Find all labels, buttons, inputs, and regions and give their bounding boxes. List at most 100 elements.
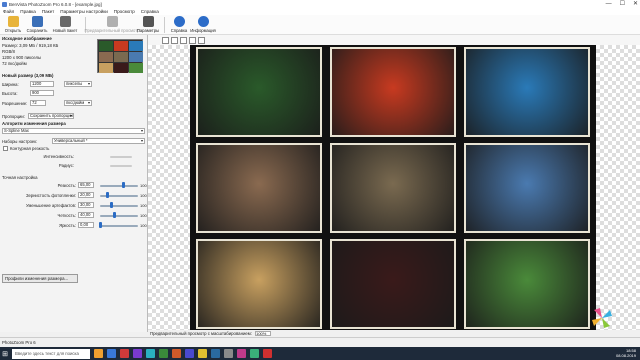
photo-tile-fruits bbox=[330, 47, 456, 137]
menu-edit[interactable]: Правка bbox=[20, 9, 36, 14]
thumbnail-tile bbox=[99, 41, 113, 51]
edge-sharpness-label: Контурная резкость bbox=[10, 146, 50, 151]
taskbar-app-icon[interactable] bbox=[94, 349, 103, 358]
taskbar-apps bbox=[90, 349, 272, 358]
thumbnail-tile bbox=[129, 63, 143, 73]
slider-max: 100 bbox=[140, 223, 147, 228]
new-size-header[interactable]: Новый размер (3,09 МБ) bbox=[2, 73, 53, 78]
taskbar-app-icon[interactable] bbox=[198, 349, 207, 358]
photo-tile-frog bbox=[464, 239, 590, 329]
single-view-icon[interactable] bbox=[162, 36, 169, 44]
photo-tile-feet bbox=[330, 239, 456, 329]
slider-track[interactable] bbox=[100, 185, 138, 187]
compare-view-icon[interactable] bbox=[180, 36, 187, 44]
taskbar-search-input[interactable]: Введите здесь текст для поиска bbox=[12, 348, 90, 359]
algorithm-select[interactable]: S-Spline Max bbox=[2, 128, 145, 134]
photo-tile-shell bbox=[464, 143, 590, 233]
toolbar-button-save[interactable]: Сохранить bbox=[26, 15, 48, 33]
preset-label: Наборы настроек: bbox=[2, 139, 38, 144]
preview-status: Предварительный просмотр с масштабирован… bbox=[148, 330, 640, 337]
slider-handle[interactable] bbox=[106, 192, 109, 198]
slider-value-input[interactable]: 20,00 bbox=[78, 192, 94, 198]
open-folder-icon bbox=[7, 16, 19, 27]
edge-sharpness-checkbox[interactable] bbox=[3, 146, 8, 151]
slider-handle[interactable] bbox=[113, 212, 116, 218]
menu-settings[interactable]: Параметры настройки bbox=[60, 9, 108, 14]
resolution-input[interactable]: 72 bbox=[30, 100, 46, 106]
windows-start-icon[interactable]: ⊞ bbox=[0, 347, 10, 360]
menu-bar: Файл Правка Пакет Параметры настройки Пр… bbox=[0, 8, 640, 15]
photo-tile-daisy bbox=[196, 47, 322, 137]
slider-value-input[interactable]: 30,00 bbox=[78, 202, 94, 208]
taskbar-app-icon[interactable] bbox=[120, 349, 129, 358]
slider-track[interactable] bbox=[100, 205, 138, 207]
taskbar-app-icon[interactable] bbox=[211, 349, 220, 358]
batch-icon bbox=[59, 16, 71, 27]
taskbar-app-icon[interactable] bbox=[224, 349, 233, 358]
close-icon[interactable]: ✕ bbox=[633, 0, 638, 8]
thumbnail-tile bbox=[99, 52, 113, 62]
height-input[interactable]: 900 bbox=[30, 90, 54, 96]
preview-canvas[interactable] bbox=[148, 45, 640, 330]
slider-handle[interactable] bbox=[122, 182, 125, 188]
taskbar-app-icon[interactable] bbox=[107, 349, 116, 358]
toolbar-button-batch[interactable]: Новый пакет bbox=[50, 15, 80, 33]
save-icon bbox=[31, 16, 43, 27]
zoom-select[interactable]: 100% bbox=[255, 331, 272, 337]
toolbar-button-help[interactable]: Справка bbox=[168, 15, 190, 33]
toolbar-label: Сохранить bbox=[26, 28, 48, 33]
resize-profiles-button[interactable]: Профили изменения размера... bbox=[2, 274, 78, 283]
zoom-label: Предварительный просмотр с масштабирован… bbox=[150, 331, 252, 336]
slider-track[interactable] bbox=[100, 225, 138, 227]
minimize-icon[interactable]: — bbox=[606, 0, 612, 8]
taskbar-app-icon[interactable] bbox=[146, 349, 155, 358]
height-label: Высота: bbox=[2, 91, 18, 96]
resolution-label: Разрешение: bbox=[2, 101, 28, 106]
taskbar-app-icon[interactable] bbox=[250, 349, 259, 358]
toolbar-button-tools[interactable]: Параметры bbox=[137, 15, 159, 33]
toolbar-button-open-folder[interactable]: Открыть bbox=[2, 15, 24, 33]
slider-max: 100 bbox=[140, 193, 147, 198]
algorithm-header[interactable]: Алгоритм изменения размера bbox=[2, 121, 66, 126]
help-icon bbox=[173, 16, 185, 27]
taskbar-app-icon[interactable] bbox=[237, 349, 246, 358]
taskbar-app-icon[interactable] bbox=[185, 349, 194, 358]
system-tray-clock[interactable]: 18:58 08.08.2019 bbox=[616, 347, 636, 360]
taskbar-app-icon[interactable] bbox=[172, 349, 181, 358]
resolution-unit-select[interactable]: пкс/дюйм bbox=[64, 100, 92, 106]
menu-file[interactable]: Файл bbox=[3, 9, 14, 14]
slider-handle[interactable] bbox=[110, 202, 113, 208]
slider-handle[interactable] bbox=[99, 222, 102, 228]
slider-value-input[interactable]: 65,00 bbox=[78, 182, 94, 188]
slider-label: Яркость: bbox=[59, 223, 76, 228]
width-unit-select[interactable]: пикселы bbox=[64, 81, 92, 87]
taskbar-app-icon[interactable] bbox=[159, 349, 168, 358]
preview-icon bbox=[106, 16, 118, 27]
slider-value-input[interactable]: 40,00 bbox=[78, 212, 94, 218]
menu-view[interactable]: Просмотр bbox=[114, 9, 135, 14]
toolbar-button-info[interactable]: Информация bbox=[190, 15, 216, 33]
split-view-icon[interactable] bbox=[171, 36, 178, 44]
slider-label: Уменьшение артефактов: bbox=[25, 203, 76, 208]
maximize-icon[interactable]: ☐ bbox=[620, 0, 625, 8]
toolbar-label: Открыть bbox=[4, 28, 22, 33]
menu-help[interactable]: Справка bbox=[141, 9, 159, 14]
toolbar-separator bbox=[164, 17, 165, 33]
slider-max: 100 bbox=[140, 203, 147, 208]
menu-batch[interactable]: Пакет bbox=[42, 9, 54, 14]
slider-value-input[interactable]: 0,00 bbox=[78, 222, 94, 228]
proportions-select[interactable]: Сохранить пропорции bbox=[28, 113, 74, 119]
preset-select[interactable]: Универсальный * bbox=[52, 138, 145, 144]
thumbnail-tile bbox=[99, 63, 113, 73]
dual-view-icon[interactable] bbox=[189, 36, 196, 44]
navigator-thumbnail[interactable] bbox=[97, 39, 143, 73]
source-image-header[interactable]: Исходное изображение bbox=[2, 36, 52, 41]
slider-track[interactable] bbox=[100, 215, 138, 217]
taskbar-app-icon[interactable] bbox=[263, 349, 272, 358]
quad-view-icon[interactable] bbox=[198, 36, 205, 44]
taskbar-app-icon[interactable] bbox=[133, 349, 142, 358]
info-icon bbox=[197, 16, 209, 27]
width-input[interactable]: 1200 bbox=[30, 81, 54, 87]
source-color-mode: RGB/8 bbox=[2, 49, 15, 54]
photozoom-logo-icon bbox=[592, 308, 612, 328]
